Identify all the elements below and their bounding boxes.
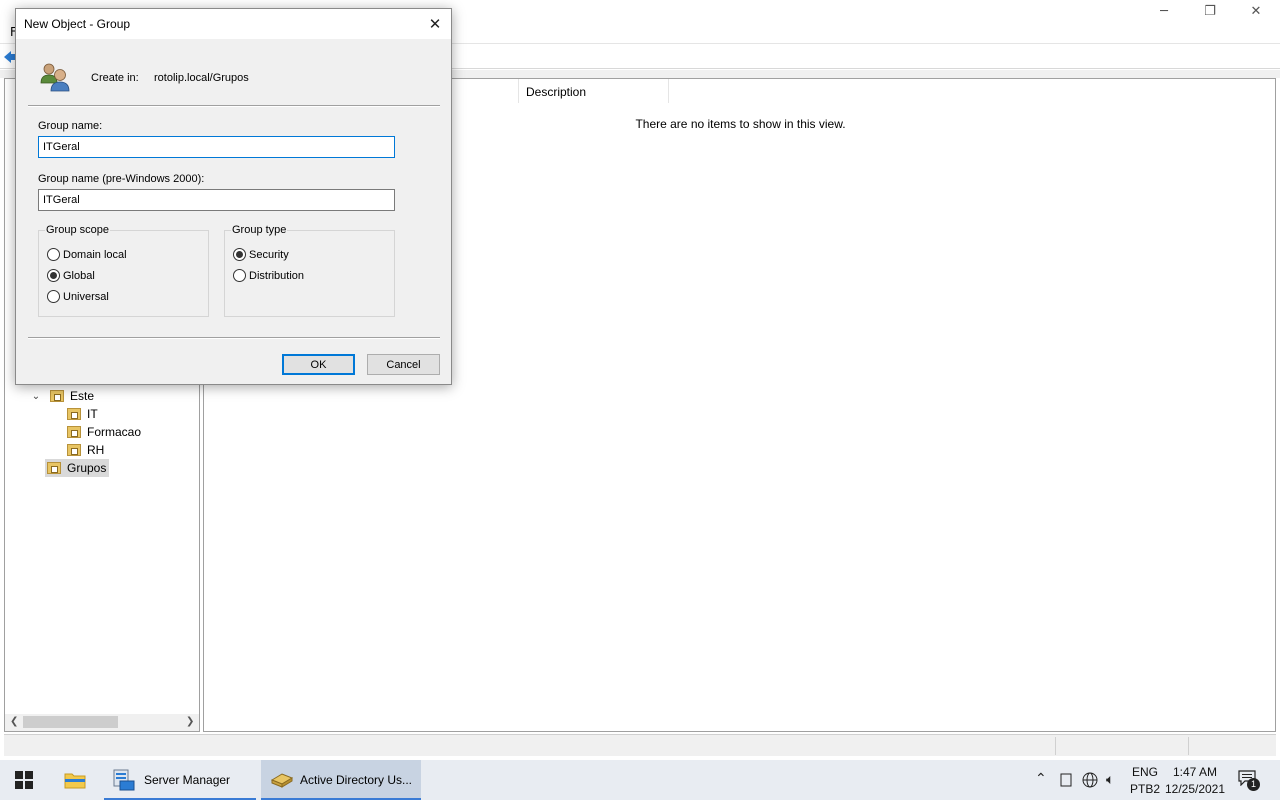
radio-label: Universal [63, 290, 109, 303]
keyboard-layout: PTB2 [1129, 782, 1160, 796]
active-directory-icon [270, 773, 294, 788]
tree-item-rh[interactable]: RH [67, 441, 104, 459]
tree-item-label: RH [87, 443, 105, 457]
tree-item-it[interactable]: IT [67, 405, 98, 423]
radio-label: Distribution [249, 269, 305, 282]
folder-icon [50, 390, 64, 402]
new-object-group-dialog: New Object - Group ✕ Create in: rotolip.… [15, 8, 452, 385]
window-close-button[interactable]: ✕ [1233, 0, 1279, 22]
touch-keyboard-icon[interactable] [1060, 773, 1072, 787]
show-hidden-icons-chevron-icon[interactable]: ⌃ [1035, 770, 1047, 787]
dialog-body: Create in: rotolip.local/Grupos Group na… [16, 39, 451, 386]
radio-global[interactable]: Global [47, 269, 95, 282]
notification-count-badge: 1 [1247, 778, 1260, 791]
taskbar-active-directory[interactable]: Active Directory Us... [261, 760, 421, 800]
radio-universal[interactable]: Universal [47, 290, 109, 303]
dialog-titlebar[interactable]: New Object - Group ✕ [16, 9, 451, 39]
radio-button[interactable] [47, 248, 60, 261]
tree-item-label: Este [70, 389, 95, 403]
start-button[interactable] [0, 760, 48, 800]
group-name-label: Group name: [38, 120, 103, 132]
server-manager-icon [113, 769, 135, 791]
separator [28, 105, 440, 107]
action-center-button[interactable]: 1 [1238, 770, 1260, 791]
scroll-left-icon[interactable]: ❮ [10, 716, 18, 727]
radio-label: Domain local [63, 248, 127, 261]
network-globe-icon[interactable] [1082, 772, 1098, 788]
group-type-legend: Group type [232, 224, 287, 236]
radio-security[interactable]: Security [233, 248, 289, 261]
tree-item-label: Formacao [87, 425, 142, 439]
file-explorer-icon [64, 773, 86, 789]
separator [28, 337, 440, 339]
taskbar-server-manager[interactable]: Server Manager [104, 760, 256, 800]
radio-domain-local[interactable]: Domain local [47, 248, 127, 261]
group-users-icon [40, 63, 70, 92]
dialog-title: New Object - Group [24, 17, 131, 31]
language-code: ENG [1131, 765, 1158, 779]
ok-button[interactable]: OK [282, 354, 355, 375]
restore-button[interactable]: ❐ [1187, 0, 1233, 22]
clock-date: 12/25/2021 [1164, 782, 1226, 796]
folder-icon [67, 408, 81, 420]
tree-item-label: IT [87, 407, 98, 421]
folder-icon [47, 462, 61, 474]
tree-item-label: Grupos [67, 461, 107, 475]
taskbar-app-label: Active Directory Us... [300, 773, 413, 787]
status-bar [4, 734, 1276, 756]
tree-item-este[interactable]: ⌄ Este [30, 387, 94, 405]
create-in-label: Create in: [91, 72, 139, 84]
scroll-thumb[interactable] [23, 716, 118, 728]
radio-button[interactable] [47, 290, 60, 303]
minimize-button[interactable]: ─ [1141, 0, 1187, 22]
group-scope-legend: Group scope [46, 224, 109, 236]
clock[interactable]: 1:47 AM 12/25/2021 [1164, 765, 1226, 796]
column-description[interactable]: Description [518, 79, 669, 103]
radio-distribution[interactable]: Distribution [233, 269, 304, 282]
clock-time: 1:47 AM [1172, 765, 1218, 779]
folder-icon [67, 426, 81, 438]
cancel-button[interactable]: Cancel [367, 354, 440, 375]
file-explorer-button[interactable] [52, 760, 98, 800]
taskbar-app-label: Server Manager [144, 773, 231, 787]
volume-icon[interactable]: 🔈︎ [1106, 771, 1114, 788]
close-icon[interactable]: ✕ [419, 9, 451, 39]
taskbar: Server Manager Active Directory Us... ⌃ … [0, 760, 1280, 800]
tree-item-grupos[interactable]: Grupos [45, 459, 110, 477]
input-language[interactable]: ENG PTB2 [1128, 765, 1162, 796]
radio-button[interactable] [47, 269, 60, 282]
group-name-input[interactable] [38, 136, 395, 158]
windows-logo-icon [15, 771, 33, 789]
chevron-down-icon[interactable]: ⌄ [30, 391, 42, 402]
radio-label: Security [249, 248, 289, 261]
radio-label: Global [63, 269, 95, 282]
pre2000-name-input[interactable] [38, 189, 395, 211]
folder-icon [67, 444, 81, 456]
radio-button[interactable] [233, 269, 246, 282]
tree-item-formacao[interactable]: Formacao [67, 423, 141, 441]
pre2000-name-label: Group name (pre-Windows 2000): [38, 173, 205, 185]
tree-horizontal-scrollbar[interactable]: ❮ ❯ [5, 714, 199, 731]
scroll-right-icon[interactable]: ❯ [186, 716, 194, 727]
create-in-path: rotolip.local/Grupos [154, 72, 249, 84]
radio-button[interactable] [233, 248, 246, 261]
